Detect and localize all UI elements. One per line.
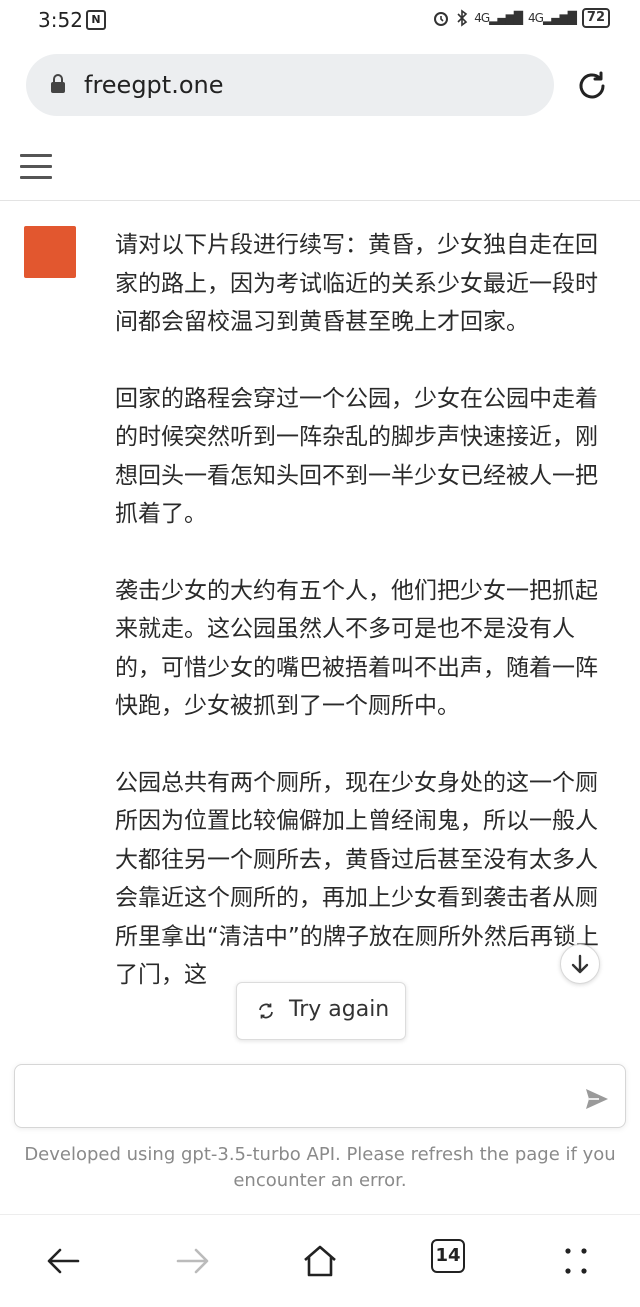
forward-icon[interactable] [172,1241,212,1281]
url-text[interactable]: freegpt.one [84,71,224,99]
scroll-down-button[interactable] [560,944,600,984]
menu-icon[interactable] [20,154,52,180]
signal-icon-1: 4G▂▄▆█ [474,11,523,25]
alarm-icon [434,12,449,26]
arrow-down-icon [571,954,589,974]
status-icons: 4G▂▄▆█ 4G▂▄▆█ 72 [432,8,610,28]
notification-icon: N [86,10,106,30]
home-icon[interactable] [300,1241,340,1281]
chat-input[interactable] [29,1075,573,1117]
battery-icon: 72 [581,8,610,28]
send-icon[interactable] [584,1087,610,1111]
user-message: 请对以下片段进行续写：黄昏，少女独自走在回家的路上，因为考试临近的关系少女最近一… [115,226,615,1062]
user-avatar [24,226,76,278]
status-time: 3:52 [38,8,83,32]
message-paragraph: 公园总共有两个厕所，现在少女身处的这一个厕所因为位置比较偏僻加上曾经闹鬼，所以一… [115,769,599,989]
address-bar[interactable]: freegpt.one [26,54,554,116]
message-paragraph: 袭击少女的大约有五个人，他们把少女一把抓起来就走。这公园虽然人不多可是也不是没有… [115,577,598,720]
status-bar: 3:52 N 4G▂▄▆█ 4G▂▄▆█ 72 [0,0,640,40]
signal-icon-2: 4G▂▄▆█ [528,11,577,25]
more-options-icon[interactable] [556,1241,596,1281]
chat-input-container [14,1064,626,1128]
header-divider [0,200,640,201]
browser-nav-bar: 14 [0,1214,640,1307]
try-again-label: Try again [289,997,390,1022]
bluetooth-icon [457,9,468,27]
refresh-icon [259,1003,273,1019]
reload-icon[interactable] [574,68,610,104]
footer-note: Developed using gpt-3.5-turbo API. Pleas… [24,1144,616,1191]
message-paragraph: 回家的路程会穿过一个公园，少女在公园中走着的时候突然听到一阵杂乱的脚步声快速接近… [115,385,598,528]
message-paragraph: 请对以下片段进行续写：黄昏，少女独自走在回家的路上，因为考试临近的关系少女最近一… [115,232,598,335]
try-again-button[interactable]: Try again [236,982,406,1040]
back-icon[interactable] [44,1241,84,1281]
lock-icon [51,74,65,93]
tabs-count-button[interactable]: 14 [431,1239,465,1273]
